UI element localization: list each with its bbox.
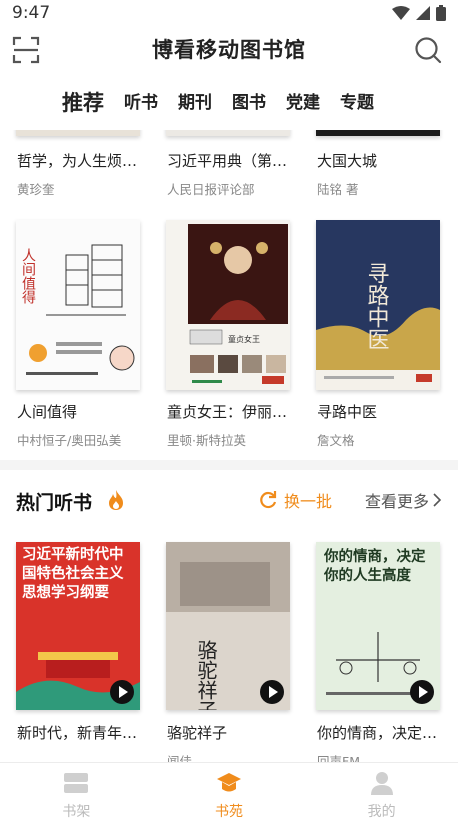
audiobook-title: 你的情商，决定… bbox=[317, 724, 438, 742]
cover-text: 习近平新时代中国特色社会主义思想学习纲要 bbox=[22, 547, 124, 601]
status-time: 9:47 bbox=[12, 3, 51, 23]
app-header: 博看移动图书馆 bbox=[0, 26, 458, 74]
book-author: 黄珍奎 bbox=[17, 182, 55, 197]
book-author: 里顿·斯特拉英 bbox=[167, 433, 246, 448]
tab-label: 推荐 bbox=[62, 91, 104, 115]
book-author: 中村恒子/奥田弘美 bbox=[17, 433, 122, 448]
book-item[interactable]: 哲学，为人生烦… 黄珍奎 bbox=[17, 150, 143, 198]
book-item[interactable]: 寻路中医 詹文格 bbox=[317, 401, 443, 449]
nav-label: 书苑 bbox=[215, 804, 243, 820]
bottom-nav: 书架 书苑 我的 bbox=[0, 762, 458, 820]
book-item[interactable]: 童贞女王：伊丽… 里顿·斯特拉英 bbox=[167, 401, 293, 449]
book-author: 詹文格 bbox=[317, 433, 355, 448]
audiobook-item[interactable]: 你的情商，决定… 回声FM bbox=[317, 722, 443, 762]
book-cover[interactable]: 人间值得 bbox=[16, 220, 140, 390]
refresh-icon bbox=[260, 491, 277, 509]
book-title: 人间值得 bbox=[17, 403, 78, 421]
user-icon bbox=[370, 772, 393, 795]
play-button[interactable] bbox=[260, 680, 284, 704]
bookshelf-icon bbox=[64, 773, 89, 793]
tab-periodicals[interactable]: 期刊 bbox=[178, 88, 212, 128]
category-tabs: 推荐 听书 期刊 图书 党建 专题 bbox=[62, 88, 394, 134]
cover-text: 人间值得 bbox=[20, 248, 36, 304]
book-cover[interactable]: 寻路中医 bbox=[316, 220, 440, 390]
cover-text: 你的情商，决定你的人生高度 bbox=[324, 549, 426, 584]
book-cover[interactable] bbox=[16, 130, 140, 136]
battery-icon bbox=[436, 5, 446, 21]
book-title: 童贞女王：伊丽… bbox=[167, 403, 288, 421]
chevron-right-icon bbox=[433, 493, 442, 507]
audiobook-title: 骆驼祥子 bbox=[167, 724, 228, 742]
book-cover[interactable] bbox=[166, 130, 290, 136]
tab-recommend[interactable]: 推荐 bbox=[62, 88, 104, 134]
cover-text: 寻路中医 bbox=[364, 262, 390, 350]
audiobook-item[interactable]: 新时代，新青年… bbox=[17, 722, 143, 751]
book-cover[interactable] bbox=[316, 130, 440, 136]
refresh-label: 换一批 bbox=[284, 492, 333, 511]
book-title: 哲学，为人生烦… bbox=[17, 152, 138, 170]
audiobook-cover[interactable]: 习近平新时代中国特色社会主义思想学习纲要 bbox=[16, 542, 140, 710]
book-title: 大国大城 bbox=[317, 152, 378, 170]
play-button[interactable] bbox=[410, 680, 434, 704]
book-title: 习近平用典（第… bbox=[167, 152, 288, 170]
book-cover[interactable]: 童贞女王 bbox=[166, 220, 290, 390]
nav-label: 我的 bbox=[367, 804, 396, 820]
book-item[interactable]: 习近平用典（第… 人民日报评论部 bbox=[167, 150, 293, 198]
audiobook-item[interactable]: 骆驼祥子 闻佳 bbox=[167, 722, 293, 762]
tab-books[interactable]: 图书 bbox=[232, 88, 266, 128]
tab-audiobooks[interactable]: 听书 bbox=[124, 88, 158, 128]
tab-party-building[interactable]: 党建 bbox=[286, 88, 320, 128]
view-more-link[interactable]: 查看更多 bbox=[365, 488, 442, 512]
book-author: 陆铭 著 bbox=[317, 182, 359, 197]
book-title: 寻路中医 bbox=[317, 403, 378, 421]
signal-icon bbox=[416, 6, 430, 20]
search-icon[interactable] bbox=[414, 36, 442, 64]
refresh-batch-button[interactable]: 换一批 bbox=[258, 488, 332, 512]
nav-bookshelf[interactable]: 书架 bbox=[0, 763, 153, 820]
tab-topics[interactable]: 专题 bbox=[340, 88, 374, 128]
graduation-cap-icon bbox=[217, 773, 241, 792]
fire-icon bbox=[109, 490, 123, 510]
audiobook-cover[interactable]: 骆驼祥子 bbox=[166, 542, 290, 710]
nav-label: 书架 bbox=[62, 804, 91, 820]
audio-section-header: 热门听书 换一批 查看更多 bbox=[16, 486, 442, 518]
book-author: 人民日报评论部 bbox=[167, 182, 255, 197]
view-more-label: 查看更多 bbox=[364, 492, 429, 511]
app-title: 博看移动图书馆 bbox=[152, 38, 306, 62]
audiobook-narrator: 闻佳 bbox=[167, 754, 193, 762]
audiobook-cover[interactable]: 你的情商，决定你的人生高度 bbox=[316, 542, 440, 710]
cover-text: 骆驼祥子 bbox=[194, 640, 218, 710]
main-content: 哲学，为人生烦… 黄珍奎 习近平用典（第… 人民日报评论部 大国大城 陆铭 著 … bbox=[0, 130, 458, 762]
play-button[interactable] bbox=[110, 680, 134, 704]
audiobook-narrator: 回声FM bbox=[317, 754, 360, 762]
nav-bookgarden[interactable]: 书苑 bbox=[153, 763, 306, 820]
status-icons bbox=[392, 5, 446, 21]
section-divider bbox=[0, 460, 458, 470]
nav-profile[interactable]: 我的 bbox=[305, 763, 458, 820]
audiobook-title: 新时代，新青年… bbox=[17, 724, 138, 742]
book-item[interactable]: 大国大城 陆铭 著 bbox=[317, 150, 443, 198]
cover-text: 童贞女王 bbox=[228, 334, 260, 344]
book-item[interactable]: 人间值得 中村恒子/奥田弘美 bbox=[17, 401, 143, 449]
section-title: 热门听书 bbox=[16, 492, 93, 514]
wifi-icon bbox=[392, 6, 410, 20]
status-bar: 9:47 bbox=[0, 0, 458, 26]
